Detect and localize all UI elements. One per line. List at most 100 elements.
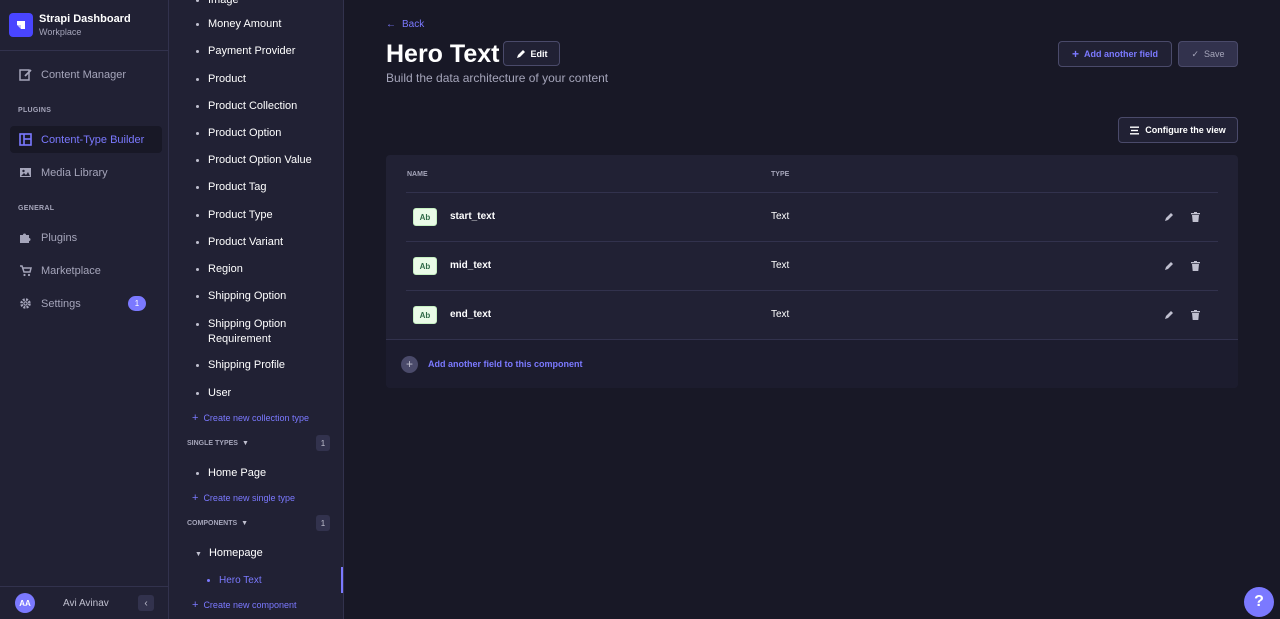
collection-type-item[interactable]: User xyxy=(196,386,231,401)
component-category-homepage[interactable]: ▼ Homepage xyxy=(195,546,263,562)
strapi-logo-icon xyxy=(9,13,33,37)
main-navigation: Strapi Dashboard Workplace Content Manag… xyxy=(0,0,169,619)
bullet-icon xyxy=(196,23,199,26)
nav-content-type-builder[interactable]: Content-Type Builder xyxy=(10,126,162,153)
add-field-to-component[interactable]: + Add another field to this component xyxy=(386,339,1238,388)
nav-media-library[interactable]: Media Library xyxy=(10,159,162,186)
fields-table: NAME TYPE Ab start_text Text Ab mid_text… xyxy=(386,155,1238,388)
collection-type-label: Shipping Option xyxy=(208,290,287,302)
user-profile[interactable]: AA Avi Avinav ‹ xyxy=(0,586,168,619)
table-row[interactable]: Ab end_text Text xyxy=(406,290,1218,339)
collection-type-item[interactable]: Payment Provider xyxy=(196,44,295,59)
trash-icon xyxy=(1190,212,1200,222)
bullet-icon xyxy=(196,132,199,135)
edit-field-button[interactable] xyxy=(1163,309,1175,321)
bullet-icon xyxy=(196,268,199,271)
components-count: 1 xyxy=(316,515,330,531)
plugins-section-label: PLUGINS xyxy=(18,107,52,114)
arrow-left-icon: ← xyxy=(386,19,396,30)
edit-field-button[interactable] xyxy=(1163,211,1175,223)
plus-icon: + xyxy=(192,492,199,504)
general-section-label: GENERAL xyxy=(18,205,55,212)
table-row[interactable]: Ab start_text Text xyxy=(406,192,1218,241)
nav-marketplace[interactable]: Marketplace xyxy=(10,257,162,284)
button-label: Save xyxy=(1204,49,1225,59)
collection-type-label: Product Variant xyxy=(208,236,284,248)
collection-type-item[interactable]: Product xyxy=(196,72,246,87)
collection-type-label: Product xyxy=(208,73,246,85)
nav-settings[interactable]: Settings 1 xyxy=(10,290,162,317)
edit-field-button[interactable] xyxy=(1163,260,1175,272)
nav-plugins[interactable]: Plugins xyxy=(10,224,162,251)
bullet-icon xyxy=(196,78,199,81)
collection-type-label: Money Amount xyxy=(208,18,282,30)
profile-name: Avi Avinav xyxy=(63,597,109,609)
bullet-icon xyxy=(196,105,199,108)
chevron-left-icon: ‹ xyxy=(144,597,148,609)
single-types-header[interactable]: SINGLE TYPES ▼ xyxy=(187,440,249,447)
collection-type-item[interactable]: Product Collection xyxy=(196,99,297,114)
collection-type-item[interactable]: Shipping Option xyxy=(196,289,286,304)
single-type-item[interactable]: Home Page xyxy=(196,466,266,481)
active-indicator xyxy=(341,567,343,593)
content-type-subnav: Image Money Amount Payment Provider Prod… xyxy=(169,0,344,619)
help-button[interactable]: ? xyxy=(1244,587,1274,617)
brand-subtitle: Workplace xyxy=(39,27,82,37)
check-icon: ✓ xyxy=(1191,48,1200,59)
edit-label: Edit xyxy=(530,48,548,59)
component-hero-text[interactable]: Hero Text xyxy=(207,573,262,588)
collection-type-item[interactable]: Money Amount xyxy=(196,17,281,32)
create-component-link[interactable]: + Create new component xyxy=(192,599,297,611)
component-label: Hero Text xyxy=(219,575,262,586)
text-type-icon: Ab xyxy=(413,306,437,324)
trash-icon xyxy=(1190,261,1200,271)
pencil-icon xyxy=(1165,311,1173,319)
collection-type-item[interactable]: Product Variant xyxy=(196,235,283,250)
collection-type-item[interactable]: Product Type xyxy=(196,208,273,223)
collection-type-item[interactable]: Product Option xyxy=(196,126,281,141)
collapse-nav-button[interactable]: ‹ xyxy=(138,595,154,611)
delete-field-button[interactable] xyxy=(1189,309,1201,321)
section-label: COMPONENTS xyxy=(187,520,238,527)
collection-type-item[interactable]: Product Tag xyxy=(196,180,267,195)
nav-content-manager[interactable]: Content Manager xyxy=(10,61,162,88)
table-row[interactable]: Ab mid_text Text xyxy=(406,241,1218,290)
button-label: Add another field xyxy=(1084,49,1158,59)
brand-header[interactable]: Strapi Dashboard Workplace xyxy=(0,0,168,51)
single-types-count: 1 xyxy=(316,435,330,451)
settings-notification-badge: 1 xyxy=(128,296,146,311)
collection-type-label: Product Tag xyxy=(208,181,267,193)
create-link-label: Create new component xyxy=(203,600,297,610)
configure-view-button[interactable]: Configure the view xyxy=(1118,117,1238,143)
collection-type-image[interactable]: Image xyxy=(196,0,239,8)
back-link[interactable]: ← Back xyxy=(386,19,424,30)
field-type: Text xyxy=(771,309,790,320)
section-label: SINGLE TYPES xyxy=(187,440,238,447)
collection-type-label: Product Type xyxy=(208,209,273,221)
add-another-field-button[interactable]: + Add another field xyxy=(1058,41,1172,67)
delete-field-button[interactable] xyxy=(1189,211,1201,223)
field-name: start_text xyxy=(450,211,496,222)
trash-icon xyxy=(1190,310,1200,320)
main-content: ← Back Hero Text Edit Build the data arch… xyxy=(344,0,1280,619)
field-name: mid_text xyxy=(450,260,492,271)
collection-type-item[interactable]: Shipping Option Requirement xyxy=(196,317,306,347)
bullet-icon xyxy=(196,186,199,189)
pencil-icon xyxy=(516,49,525,58)
collection-type-label: Product Option xyxy=(208,127,282,139)
caret-down-icon: ▼ xyxy=(241,520,249,527)
text-type-icon: Ab xyxy=(413,257,437,275)
create-single-type-link[interactable]: + Create new single type xyxy=(192,492,295,504)
create-collection-type-link[interactable]: + Create new collection type xyxy=(192,412,309,424)
components-header[interactable]: COMPONENTS ▼ xyxy=(187,520,248,527)
add-field-label: Add another field to this component xyxy=(428,359,583,369)
delete-field-button[interactable] xyxy=(1189,260,1201,272)
collection-type-item[interactable]: Product Option Value xyxy=(196,153,312,168)
collection-type-item[interactable]: Region xyxy=(196,262,243,277)
collection-type-label: User xyxy=(208,387,232,399)
bullet-icon xyxy=(196,241,199,244)
bullet-icon xyxy=(196,472,199,475)
save-button[interactable]: ✓ Save xyxy=(1178,41,1238,67)
edit-button[interactable]: Edit xyxy=(503,41,560,66)
collection-type-item[interactable]: Shipping Profile xyxy=(196,358,285,373)
